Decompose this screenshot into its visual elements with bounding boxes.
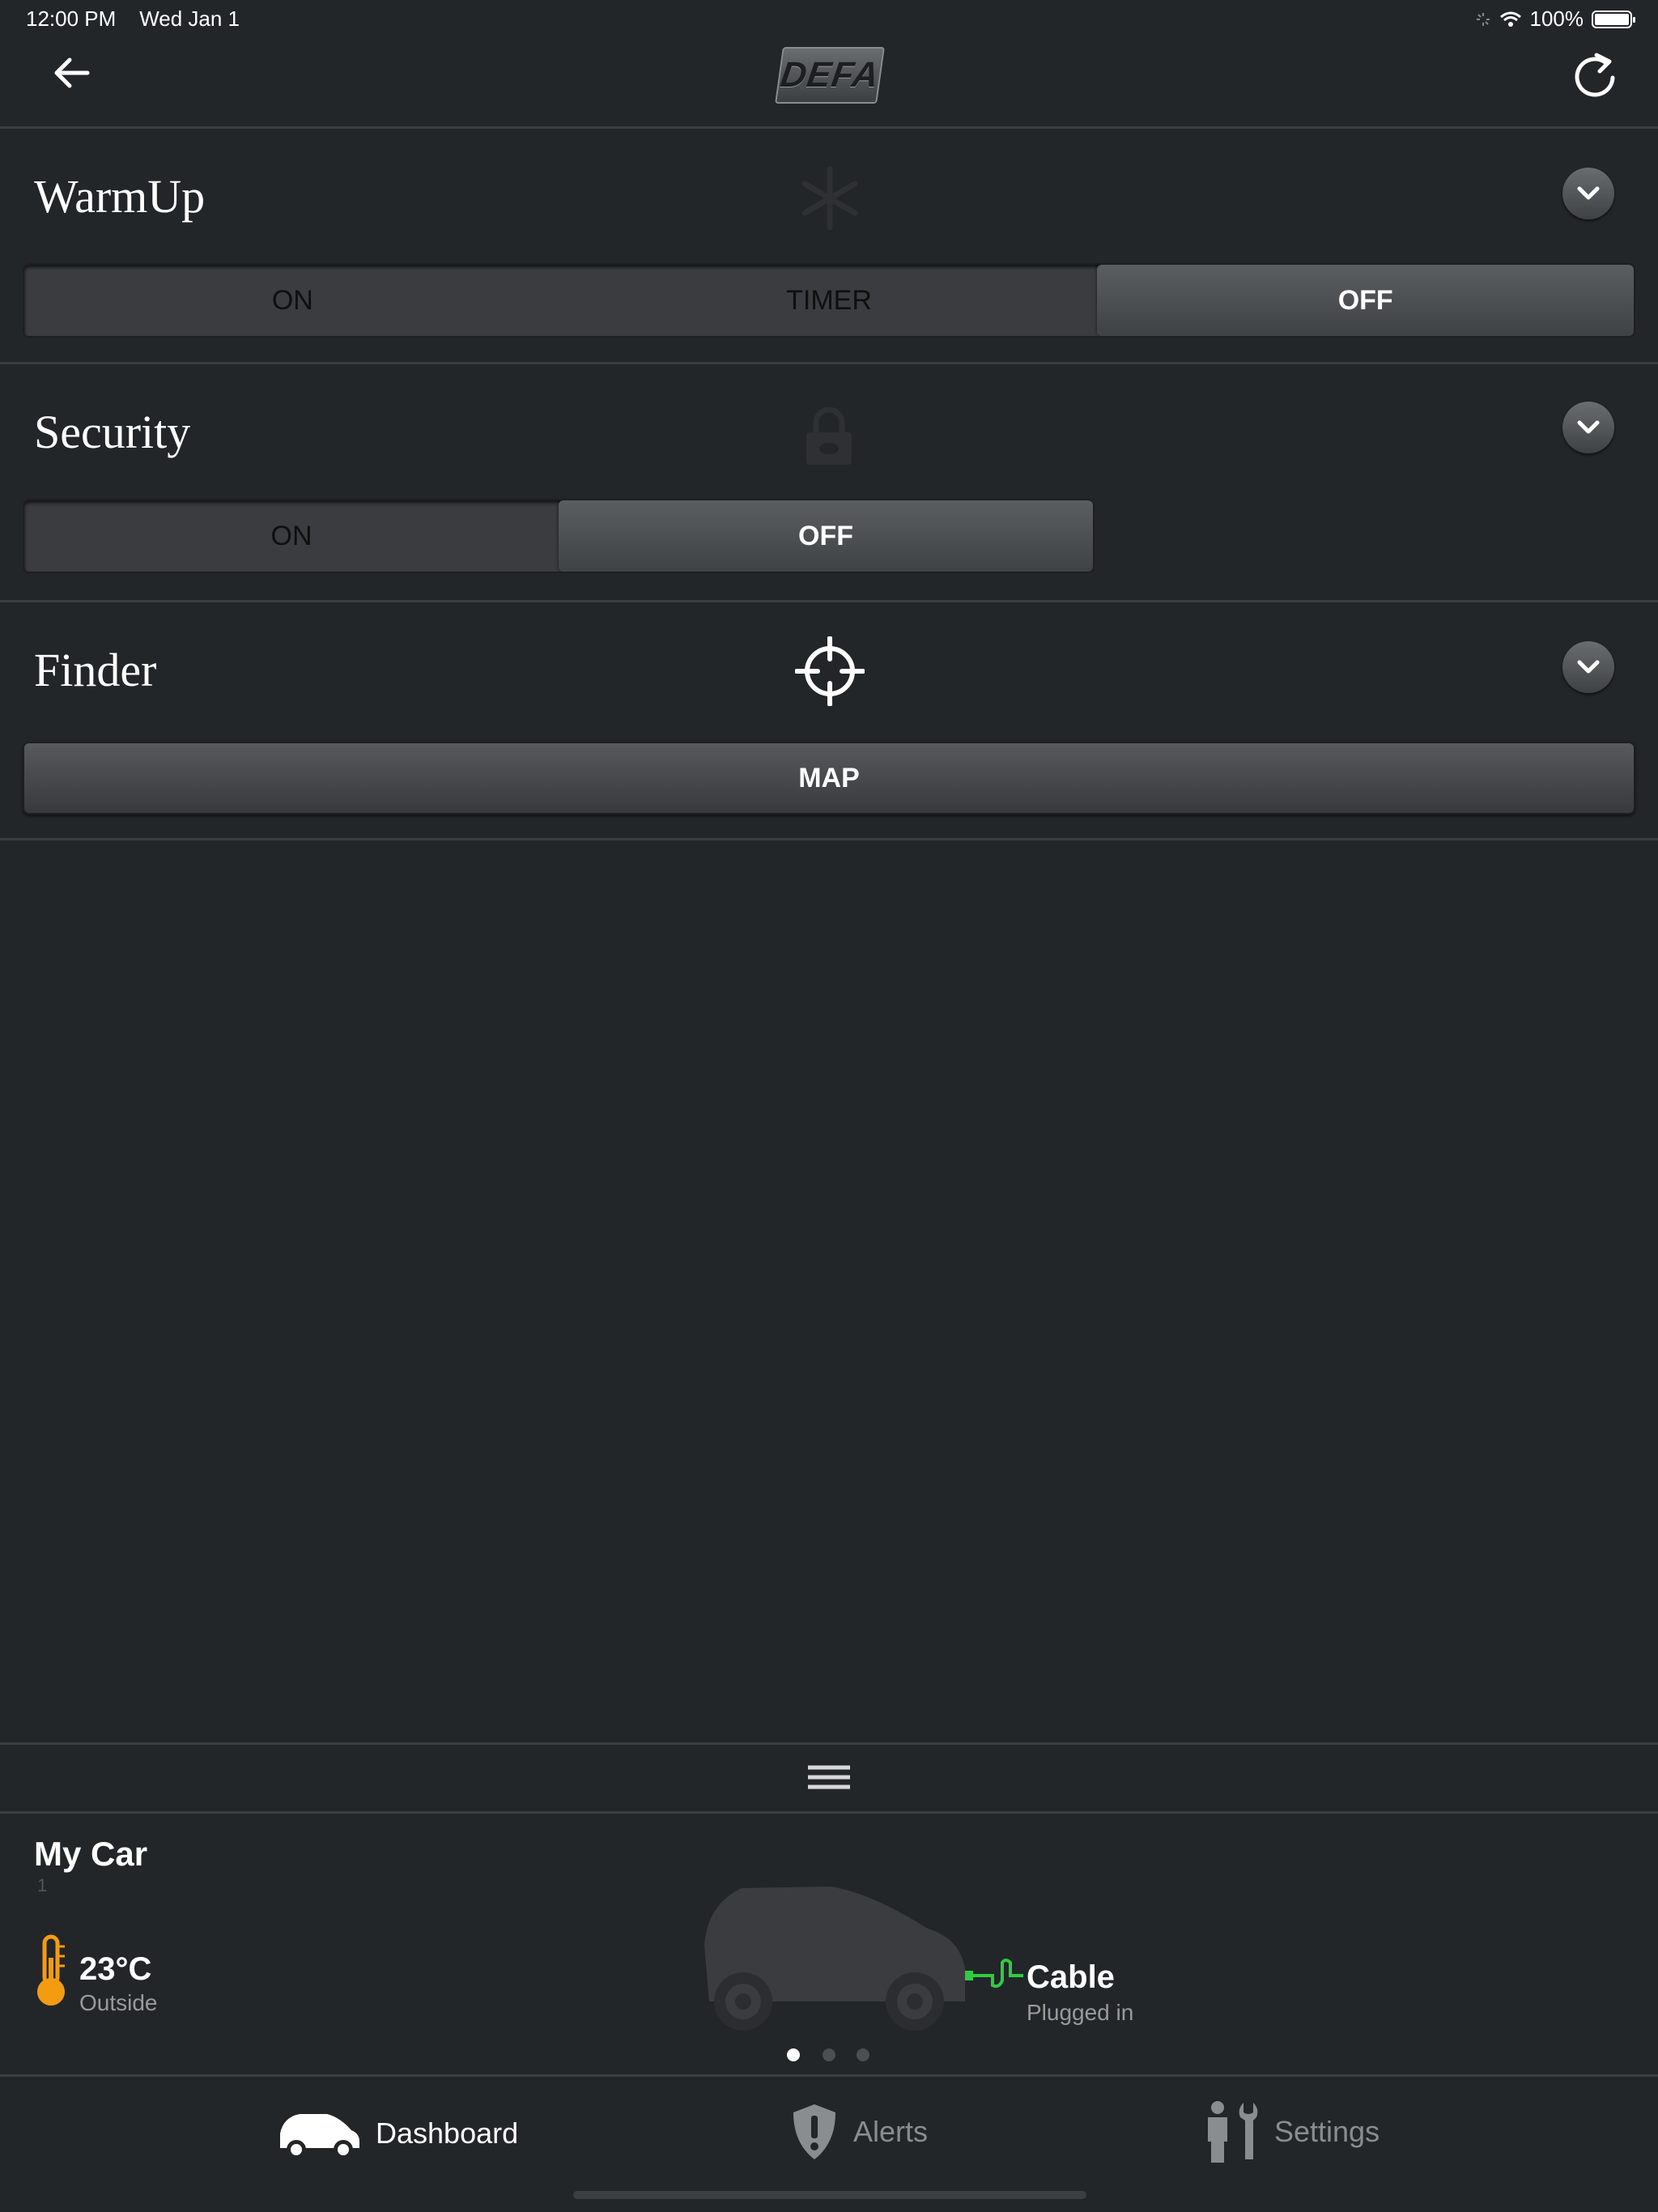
warmup-section: WarmUp ON TIMER OFF bbox=[0, 129, 1658, 364]
shield-alert-icon bbox=[793, 2104, 835, 2159]
thermometer-icon bbox=[37, 1934, 65, 2006]
back-arrow-icon[interactable] bbox=[49, 53, 94, 92]
page-indicator-dot-2[interactable] bbox=[823, 2048, 835, 2061]
page-indicator-dot-1[interactable] bbox=[787, 2048, 800, 2061]
security-segmented-control: ON OFF bbox=[23, 499, 1095, 573]
home-indicator[interactable] bbox=[573, 2191, 1086, 2199]
security-on-option[interactable]: ON bbox=[24, 500, 559, 572]
page-indicator-dot-3[interactable] bbox=[857, 2048, 869, 2061]
security-section: Security ON OFF bbox=[0, 364, 1658, 602]
car-silhouette-icon bbox=[704, 1887, 965, 2031]
warmup-on-option[interactable]: ON bbox=[24, 265, 561, 336]
tab-settings-label: Settings bbox=[1274, 2115, 1380, 2148]
chevron-down-icon bbox=[1577, 186, 1600, 200]
warmup-title: WarmUp bbox=[34, 170, 206, 223]
defa-logo: DEFA bbox=[775, 47, 885, 104]
status-date: Wed Jan 1 bbox=[139, 6, 240, 31]
chevron-down-icon bbox=[1577, 420, 1600, 434]
outside-temperature-label: Outside bbox=[79, 1990, 158, 2015]
status-bar: 12:00 PM Wed Jan 1 100% bbox=[0, 0, 1658, 36]
battery-percent: 100% bbox=[1529, 6, 1584, 31]
chevron-down-icon bbox=[1577, 660, 1600, 674]
outside-temperature: 23°C bbox=[79, 1951, 152, 1987]
finder-title: Finder bbox=[34, 644, 157, 696]
tab-dashboard[interactable]: Dashboard bbox=[275, 2106, 518, 2161]
wifi-icon bbox=[1499, 11, 1521, 27]
battery-icon bbox=[1592, 10, 1635, 28]
car-subtitle: 1 bbox=[37, 1875, 48, 1895]
menu-handle-icon[interactable] bbox=[805, 1763, 853, 1792]
lock-icon bbox=[806, 406, 852, 465]
security-title: Security bbox=[34, 406, 191, 458]
security-expand-button[interactable] bbox=[1562, 402, 1614, 453]
tab-dashboard-label: Dashboard bbox=[376, 2116, 519, 2150]
cable-plug-icon bbox=[965, 1959, 1023, 1989]
warmup-segmented-control: ON TIMER OFF bbox=[23, 263, 1635, 338]
warmup-expand-button[interactable] bbox=[1562, 168, 1614, 219]
status-time: 12:00 PM bbox=[26, 6, 117, 31]
drawer-handle-bar[interactable] bbox=[0, 1742, 1658, 1814]
map-button[interactable]: MAP bbox=[23, 742, 1635, 815]
car-name: My Car bbox=[34, 1835, 148, 1873]
tab-bar: Dashboard Alerts Settings bbox=[0, 2074, 1658, 2182]
status-right: 100% bbox=[1475, 6, 1635, 32]
cable-status-title: Cable bbox=[1027, 1959, 1115, 1995]
car-icon bbox=[280, 2114, 359, 2159]
snowflake-icon bbox=[801, 166, 858, 231]
warmup-timer-option[interactable]: TIMER bbox=[561, 265, 1098, 336]
status-time-date: 12:00 PM Wed Jan 1 bbox=[26, 6, 240, 32]
person-wrench-icon bbox=[1208, 2101, 1258, 2163]
finder-expand-button[interactable] bbox=[1562, 641, 1614, 693]
navigation-bar: DEFA bbox=[0, 36, 1658, 129]
cable-status-label: Plugged in bbox=[1027, 2000, 1134, 2025]
activity-icon bbox=[1476, 12, 1490, 26]
refresh-icon[interactable] bbox=[1571, 49, 1619, 100]
crosshair-icon bbox=[795, 636, 865, 706]
security-off-option[interactable]: OFF bbox=[559, 500, 1093, 572]
tab-alerts-label: Alerts bbox=[853, 2115, 929, 2148]
tab-alerts[interactable]: Alerts bbox=[790, 2101, 928, 2163]
tab-settings[interactable]: Settings bbox=[1203, 2099, 1380, 2164]
warmup-off-option[interactable]: OFF bbox=[1097, 265, 1634, 336]
